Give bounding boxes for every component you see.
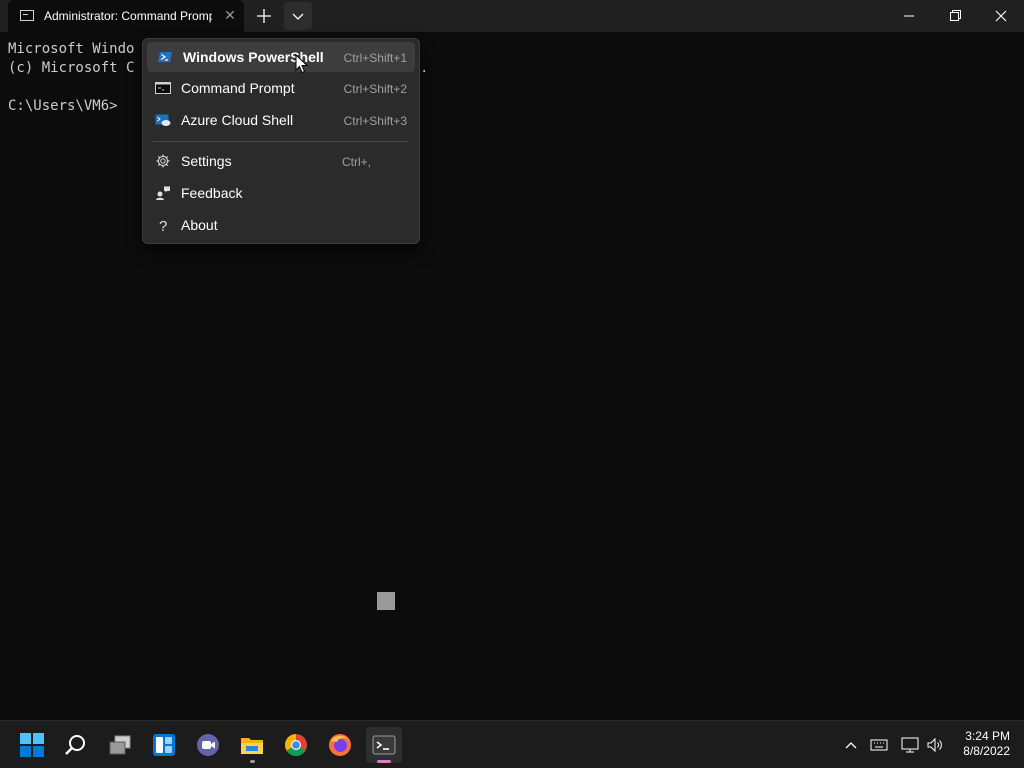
menu-item-shortcut: Ctrl+Shift+3 [343, 114, 407, 128]
close-icon [995, 10, 1007, 22]
tab-title: Administrator: Command Prompt [44, 9, 212, 23]
start-icon [20, 733, 44, 757]
menu-item-label: Feedback [181, 185, 243, 201]
menu-item-label: Command Prompt [181, 80, 295, 96]
file-explorer-icon [241, 738, 263, 754]
title-bar: Administrator: Command Prompt ✕ [0, 0, 1024, 32]
firefox-icon [329, 734, 351, 756]
cursor-block [377, 592, 395, 610]
clock-time: 3:24 PM [965, 729, 1010, 743]
new-tab-button[interactable] [250, 2, 278, 30]
menu-item-windows-powershell[interactable]: Windows PowerShell Ctrl+Shift+1 [147, 42, 415, 72]
menu-item-shortcut: Ctrl+Shift+1 [343, 51, 407, 65]
chevron-down-icon [292, 13, 304, 20]
file-explorer-button[interactable] [234, 727, 270, 763]
keyboard-icon[interactable] [869, 735, 889, 755]
close-window-button[interactable] [978, 0, 1024, 32]
menu-item-shortcut: Ctrl+, [341, 155, 371, 169]
terminal-button[interactable] [366, 727, 402, 763]
question-icon: ? [159, 218, 167, 233]
task-view-icon [109, 735, 131, 755]
chat-button[interactable] [190, 727, 226, 763]
volume-icon[interactable] [925, 735, 945, 755]
chrome-button[interactable] [278, 727, 314, 763]
mouse-pointer-icon [295, 54, 309, 74]
widgets-button[interactable] [146, 727, 182, 763]
menu-item-label: Azure Cloud Shell [181, 112, 294, 128]
cmd-icon [20, 10, 34, 21]
terminal-icon [372, 735, 396, 755]
search-button[interactable] [58, 727, 94, 763]
new-tab-dropdown-menu: Windows PowerShell Ctrl+Shift+1 Command … [142, 38, 420, 244]
terminal-line: (c) Microsoft C [8, 60, 135, 76]
azure-cloud-shell-icon [155, 114, 171, 126]
chrome-icon [285, 734, 307, 756]
firefox-button[interactable] [322, 727, 358, 763]
terminal-prompt: C:\Users\VM6> [8, 98, 118, 114]
tab-command-prompt[interactable]: Administrator: Command Prompt ✕ [8, 0, 244, 32]
menu-item-about[interactable]: ? About [147, 210, 415, 240]
cmd-icon [155, 82, 171, 94]
terminal-line: Microsoft Windo [8, 41, 135, 57]
menu-item-shortcut: Ctrl+Shift+2 [343, 82, 407, 96]
menu-item-command-prompt[interactable]: Command Prompt Ctrl+Shift+2 [147, 73, 415, 103]
clock-date: 8/8/2022 [963, 744, 1010, 758]
menu-item-azure-cloud-shell[interactable]: Azure Cloud Shell Ctrl+Shift+3 [147, 105, 415, 135]
menu-item-feedback[interactable]: Feedback [147, 178, 415, 208]
gear-icon [156, 154, 170, 168]
taskbar: 3:24 PM 8/8/2022 [0, 720, 1024, 768]
menu-separator [153, 141, 409, 142]
restore-button[interactable] [932, 0, 978, 32]
terminal-line-fragment: . [420, 60, 429, 76]
minimize-icon [904, 15, 914, 17]
maximize-icon [950, 10, 961, 21]
dropdown-button[interactable] [284, 2, 312, 30]
plus-icon [257, 9, 271, 23]
task-view-button[interactable] [102, 727, 138, 763]
minimize-button[interactable] [886, 0, 932, 32]
chevron-up-icon[interactable] [841, 735, 861, 755]
teams-chat-icon [197, 734, 219, 756]
running-app-indicator [250, 760, 255, 763]
search-icon [65, 735, 85, 755]
menu-item-label: About [181, 217, 218, 233]
widgets-icon [153, 734, 175, 756]
svg-text:?: ? [159, 218, 167, 233]
start-button[interactable] [14, 727, 50, 763]
menu-item-settings[interactable]: Settings Ctrl+, [147, 146, 415, 176]
menu-item-label: Settings [181, 153, 232, 169]
powershell-icon [158, 52, 172, 62]
feedback-icon [156, 186, 170, 200]
active-app-indicator [377, 760, 391, 763]
system-clock[interactable]: 3:24 PM 8/8/2022 [950, 729, 1010, 759]
tab-close-button[interactable]: ✕ [220, 6, 240, 26]
network-icon[interactable] [900, 735, 920, 755]
